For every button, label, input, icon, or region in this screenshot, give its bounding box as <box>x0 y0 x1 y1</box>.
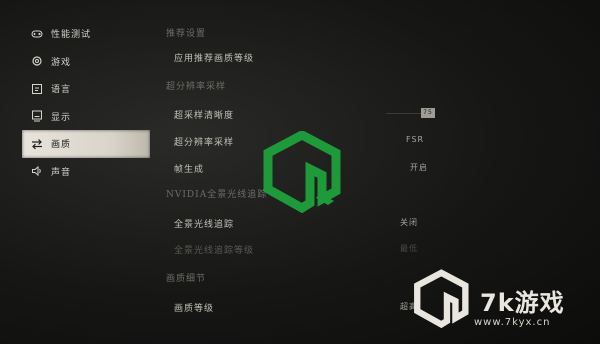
sidebar-item-label: 性能测试 <box>51 30 92 41</box>
watermark-logo-icon <box>262 129 344 217</box>
sidebar-item-performance-test[interactable]: 性能测试 <box>22 20 150 48</box>
row-label: 全景光线追踪 <box>174 220 235 230</box>
section-title-recommended: 推荐设置 <box>166 29 207 39</box>
language-icon <box>31 83 43 95</box>
row-label: 超采样清晰度 <box>174 111 235 121</box>
ray-tracing-level-value: 最低 <box>400 244 418 253</box>
upscaling-value: FSR <box>406 135 425 144</box>
section-title-ray-tracing: NVIDIA全景光线追踪 <box>166 190 268 200</box>
ray-tracing-level-row: 全景光线追踪等级 最低 <box>174 240 594 258</box>
sidebar-item-game[interactable]: 游戏 <box>22 48 150 76</box>
frame-generation-row[interactable]: 帧生成 开启 <box>174 159 594 177</box>
sharpness-slider[interactable] <box>386 113 424 114</box>
watermark-url: www.7kyx.cn <box>474 317 551 328</box>
ray-tracing-value: 关闭 <box>400 218 418 227</box>
section-title-detail: 画质细节 <box>166 274 207 284</box>
sidebar-item-language[interactable]: 语言 <box>22 75 150 103</box>
gear-icon <box>31 55 43 67</box>
row-label: 画质等级 <box>174 304 215 314</box>
sidebar-item-label: 画质 <box>51 140 72 151</box>
row-label: 超分辨率采样 <box>174 138 235 148</box>
sidebar-item-display[interactable]: 显示 <box>22 103 150 131</box>
section-title-super-resolution: 超分辨率采样 <box>166 82 227 92</box>
speaker-icon <box>31 165 43 177</box>
sidebar-item-label: 游戏 <box>51 57 72 68</box>
sidebar-item-label: 语言 <box>51 85 72 96</box>
sidebar-item-label: 声音 <box>51 167 72 178</box>
sidebar-item-graphics[interactable]: 画质 <box>22 130 150 158</box>
upscaling-row[interactable]: 超分辨率采样 FSR <box>174 132 594 150</box>
sharpness-value: 75 <box>421 108 435 118</box>
watermark-corner-logo-icon <box>413 268 471 334</box>
row-label: 帧生成 <box>174 165 205 175</box>
sidebar-item-sound[interactable]: 声音 <box>22 158 150 186</box>
apply-recommended-row[interactable]: 应用推荐画质等级 <box>174 48 594 66</box>
sharpness-row[interactable]: 超采样清晰度 75 <box>174 105 594 123</box>
row-label: 全景光线追踪等级 <box>174 246 255 256</box>
monitor-icon <box>31 110 43 122</box>
sidebar-item-label: 显示 <box>51 112 72 123</box>
watermark-brand: 7k游戏 <box>480 289 565 317</box>
ray-tracing-row[interactable]: 全景光线追踪 关闭 <box>174 214 594 232</box>
swap-arrows-icon <box>31 138 43 150</box>
gamepad-icon <box>31 28 43 40</box>
settings-sidebar: 性能测试 游戏 语言 显示 画质 声音 <box>22 20 150 185</box>
row-label: 应用推荐画质等级 <box>174 54 255 64</box>
frame-generation-value: 开启 <box>410 163 428 172</box>
